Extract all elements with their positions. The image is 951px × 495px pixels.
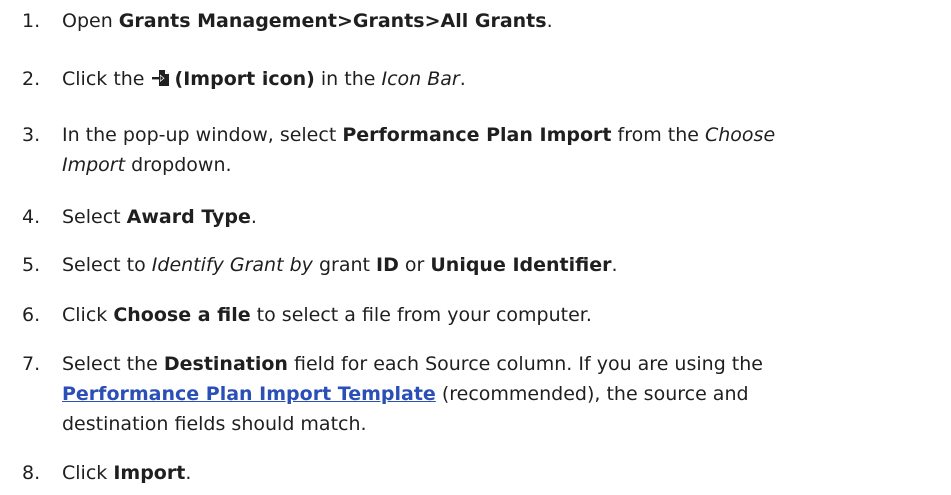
menu-path: Grants Management>Grants>All Grants: [118, 10, 547, 32]
template-link[interactable]: Performance Plan Import Template: [62, 383, 436, 405]
option-id: ID: [376, 254, 399, 276]
step-text: Click the (Import icon) in the Icon Bar.: [62, 64, 944, 94]
import-icon-label: (Import icon): [174, 68, 315, 90]
step-text: Open Grants Management>Grants>All Grants…: [62, 6, 944, 36]
step-text-plain: Click: [62, 462, 114, 484]
step-text: Click Choose a file to select a file fro…: [62, 300, 944, 330]
step-text-plain: Click: [62, 304, 114, 326]
step-text-plain: .: [546, 10, 553, 32]
ui-term: Choose: [704, 124, 776, 146]
step-text: Select the Destination field for each So…: [62, 349, 944, 439]
button-name: Choose a file: [113, 304, 251, 326]
step-number: 1.: [22, 10, 41, 32]
button-name: Import: [113, 462, 186, 484]
step-number: 8.: [22, 462, 41, 484]
step-number: 2.: [22, 68, 41, 90]
step-text-plain: Open: [62, 10, 119, 32]
option-unique-identifier: Unique Identifier: [430, 254, 612, 276]
step-text-plain: Select: [62, 206, 127, 228]
step-text-plain: Select the: [62, 353, 164, 375]
step-text-plain: .: [459, 68, 466, 90]
step-text-plain: (recommended), the source and: [435, 383, 749, 405]
step-text: In the pop-up window, select Performance…: [62, 120, 944, 180]
step-text-plain: .: [611, 254, 618, 276]
step-text-plain: in the: [314, 68, 382, 90]
ui-term: Import: [62, 154, 126, 176]
step-number: 5.: [22, 254, 41, 276]
step-text-plain: field for each Source column. If you are…: [287, 353, 763, 375]
step-number: 4.: [22, 206, 41, 228]
step-text: Select to Identify Grant by grant ID or …: [62, 250, 944, 280]
step-text-plain: Select to: [62, 254, 152, 276]
step-text-plain: destination fields should match.: [62, 413, 367, 435]
step-text-plain: grant: [312, 254, 376, 276]
step-text-plain: from the: [611, 124, 705, 146]
step-text: Select Award Type.: [62, 202, 944, 232]
step-text-plain: .: [250, 206, 257, 228]
import-icon: [151, 70, 169, 86]
step-text-plain: .: [185, 462, 192, 484]
step-number: 6.: [22, 304, 41, 326]
step-text: Click Import.: [62, 458, 944, 488]
step-text-plain: Click the: [62, 68, 151, 90]
field-name: Destination: [163, 353, 288, 375]
field-name: Award Type: [126, 206, 251, 228]
step-number: 3.: [22, 124, 41, 146]
step-text-plain: dropdown.: [125, 154, 232, 176]
step-text-plain: to select a file from your computer.: [250, 304, 592, 326]
step-text-plain: or: [398, 254, 431, 276]
step-text-plain: In the pop-up window, select: [62, 124, 343, 146]
import-option: Performance Plan Import: [342, 124, 612, 146]
ui-term: Identify Grant by: [151, 254, 313, 276]
step-number: 7.: [22, 353, 41, 375]
ui-term: Icon Bar: [381, 68, 460, 90]
